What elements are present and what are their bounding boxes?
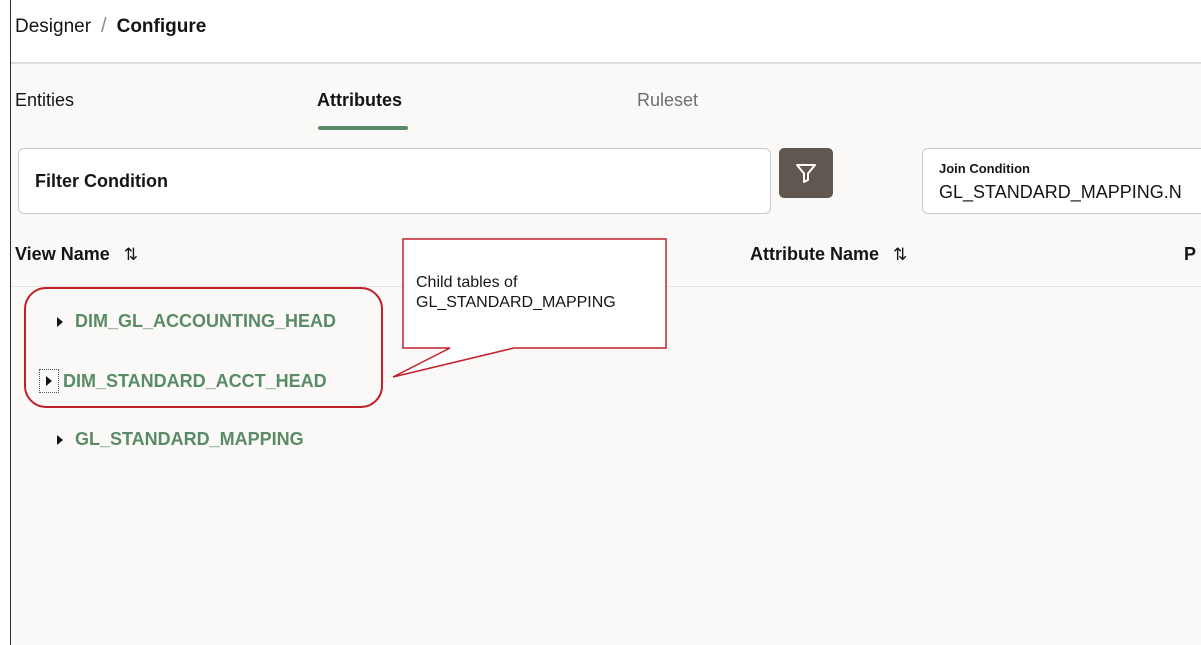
filter-condition-label: Filter Condition xyxy=(35,171,168,191)
join-condition-value: GL_STANDARD_MAPPING.N xyxy=(939,182,1182,202)
column-header-attribute-name[interactable]: Attribute Name ⇅ xyxy=(750,244,907,265)
expand-caret-icon[interactable] xyxy=(57,434,63,445)
callout-text: Child tables of GL_STANDARD_MAPPING xyxy=(416,273,676,313)
tab-entities[interactable]: Entities xyxy=(15,90,74,111)
breadcrumb: Designer / Configure xyxy=(15,15,206,38)
page-header: Designer / Configure xyxy=(11,0,1201,64)
truncated-header-label: P xyxy=(1184,244,1197,264)
join-condition-field[interactable]: Join Condition GL_STANDARD_MAPPING.N xyxy=(922,148,1201,214)
tree-row-label[interactable]: GL_STANDARD_MAPPING xyxy=(75,429,304,450)
breadcrumb-current: Configure xyxy=(116,15,207,37)
filter-condition-field[interactable]: Filter Condition xyxy=(18,148,771,214)
tab-ruleset[interactable]: Ruleset xyxy=(637,90,698,111)
breadcrumb-separator: / xyxy=(101,15,107,37)
configure-page: Designer / Configure Entities Attributes… xyxy=(10,0,1201,645)
tree-row[interactable]: GL_STANDARD_MAPPING xyxy=(39,429,304,450)
column-header-truncated[interactable]: P xyxy=(1184,244,1196,265)
active-tab-indicator xyxy=(318,126,408,130)
callout-line-1: Child tables of xyxy=(416,274,518,291)
column-header-view-name[interactable]: View Name ⇅ xyxy=(15,244,138,265)
breadcrumb-designer-link[interactable]: Designer xyxy=(15,16,91,38)
callout-highlight-outline xyxy=(24,287,383,408)
view-name-header-label: View Name xyxy=(15,244,110,264)
sort-icon[interactable]: ⇅ xyxy=(124,245,138,265)
attribute-name-header-label: Attribute Name xyxy=(750,244,880,264)
join-condition-label: Join Condition xyxy=(939,161,1030,176)
tab-attributes[interactable]: Attributes xyxy=(317,90,402,111)
sort-icon[interactable]: ⇅ xyxy=(893,245,907,265)
callout-line-2: GL_STANDARD_MAPPING xyxy=(416,294,616,311)
filter-button[interactable] xyxy=(779,148,833,198)
filter-icon xyxy=(796,164,816,183)
